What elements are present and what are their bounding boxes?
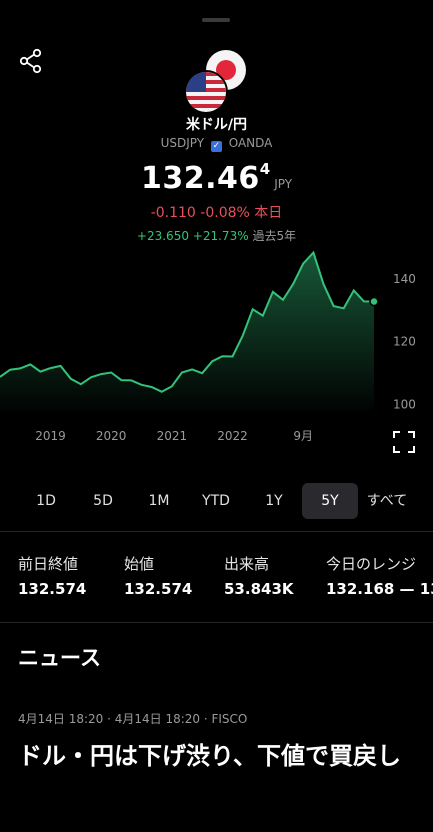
share-icon[interactable] bbox=[18, 48, 44, 74]
stat-item: 始値 132.574 bbox=[124, 553, 192, 598]
stat-value: 132.168 — 132.574 bbox=[326, 580, 433, 598]
verified-icon: ✓ bbox=[210, 141, 222, 152]
symbol-line: USDJPY ✓ OANDA bbox=[0, 136, 433, 152]
pair-name: 米ドル/円 bbox=[185, 117, 248, 133]
news-section-title: ニュース bbox=[18, 646, 101, 670]
stat-label: 今日のレンジ bbox=[326, 555, 417, 573]
chart-area bbox=[0, 252, 374, 410]
symbol: USDJPY bbox=[160, 136, 205, 150]
x-tick-label: 2022 bbox=[217, 429, 248, 443]
stats-row: 前日終値 132.574 始値 132.574 出来高 53.843K 今日のレンジ 132.… bbox=[0, 553, 433, 601]
currency-flags bbox=[184, 48, 250, 114]
range-1y[interactable]: 1Y bbox=[249, 483, 299, 519]
stat-label: 始値 bbox=[124, 555, 155, 573]
x-tick-label: 9月 bbox=[293, 429, 313, 443]
divider bbox=[0, 531, 433, 532]
price-chart[interactable]: 100 120 140 2019 2020 2021 2022 9月 bbox=[0, 240, 433, 450]
y-tick-label: 120 bbox=[393, 335, 416, 349]
range-すべて[interactable]: すべて bbox=[362, 483, 412, 519]
us-flag-icon bbox=[184, 70, 228, 114]
stat-value: 132.574 bbox=[18, 580, 87, 598]
stat-value: 132.574 bbox=[124, 580, 193, 598]
sheet-drag-handle[interactable] bbox=[202, 18, 230, 22]
range-ytd[interactable]: YTD bbox=[191, 483, 241, 519]
stat-item: 出来高 53.843K bbox=[224, 553, 294, 598]
x-tick-label: 2020 bbox=[96, 429, 127, 443]
stat-value: 53.843K bbox=[224, 580, 294, 598]
divider bbox=[0, 622, 433, 623]
fullscreen-icon[interactable] bbox=[392, 430, 416, 454]
news-headline[interactable]: ドル・円は下げ渋り、下値で買戻し bbox=[18, 738, 428, 775]
price-main: 132.46 bbox=[140, 161, 260, 196]
stat-item: 今日のレンジ 132.168 — 132.574 bbox=[326, 553, 433, 598]
x-tick-label: 2021 bbox=[157, 429, 188, 443]
price-currency: JPY bbox=[274, 177, 293, 191]
day-change-abs: -0.110 bbox=[150, 205, 196, 221]
range-1d[interactable]: 1D bbox=[21, 483, 71, 519]
time-range-selector: 1D 5D 1M YTD 1Y 5Y すべて bbox=[0, 483, 433, 519]
stat-label: 前日終値 bbox=[18, 555, 79, 573]
news-meta: 4月14日 18:20 · 4月14日 18:20 · FISCO bbox=[18, 712, 248, 726]
stat-label: 出来高 bbox=[224, 555, 270, 573]
y-tick-label: 100 bbox=[393, 398, 416, 412]
last-price-dot bbox=[369, 296, 379, 307]
y-tick-label: 140 bbox=[393, 272, 416, 286]
range-1m[interactable]: 1M bbox=[134, 483, 184, 519]
range-5y[interactable]: 5Y bbox=[302, 483, 358, 519]
x-tick-label: 2019 bbox=[35, 429, 66, 443]
price-pip: 4 bbox=[259, 160, 271, 178]
day-change-pct: -0.08% bbox=[200, 205, 250, 221]
stat-item: 前日終値 132.574 bbox=[18, 553, 86, 598]
day-change: -0.110 -0.08% 本日 bbox=[0, 202, 433, 222]
price-display: 132.464JPY bbox=[0, 160, 433, 196]
day-change-period: 本日 bbox=[254, 205, 283, 221]
range-5d[interactable]: 5D bbox=[78, 483, 128, 519]
broker[interactable]: OANDA bbox=[229, 136, 273, 150]
